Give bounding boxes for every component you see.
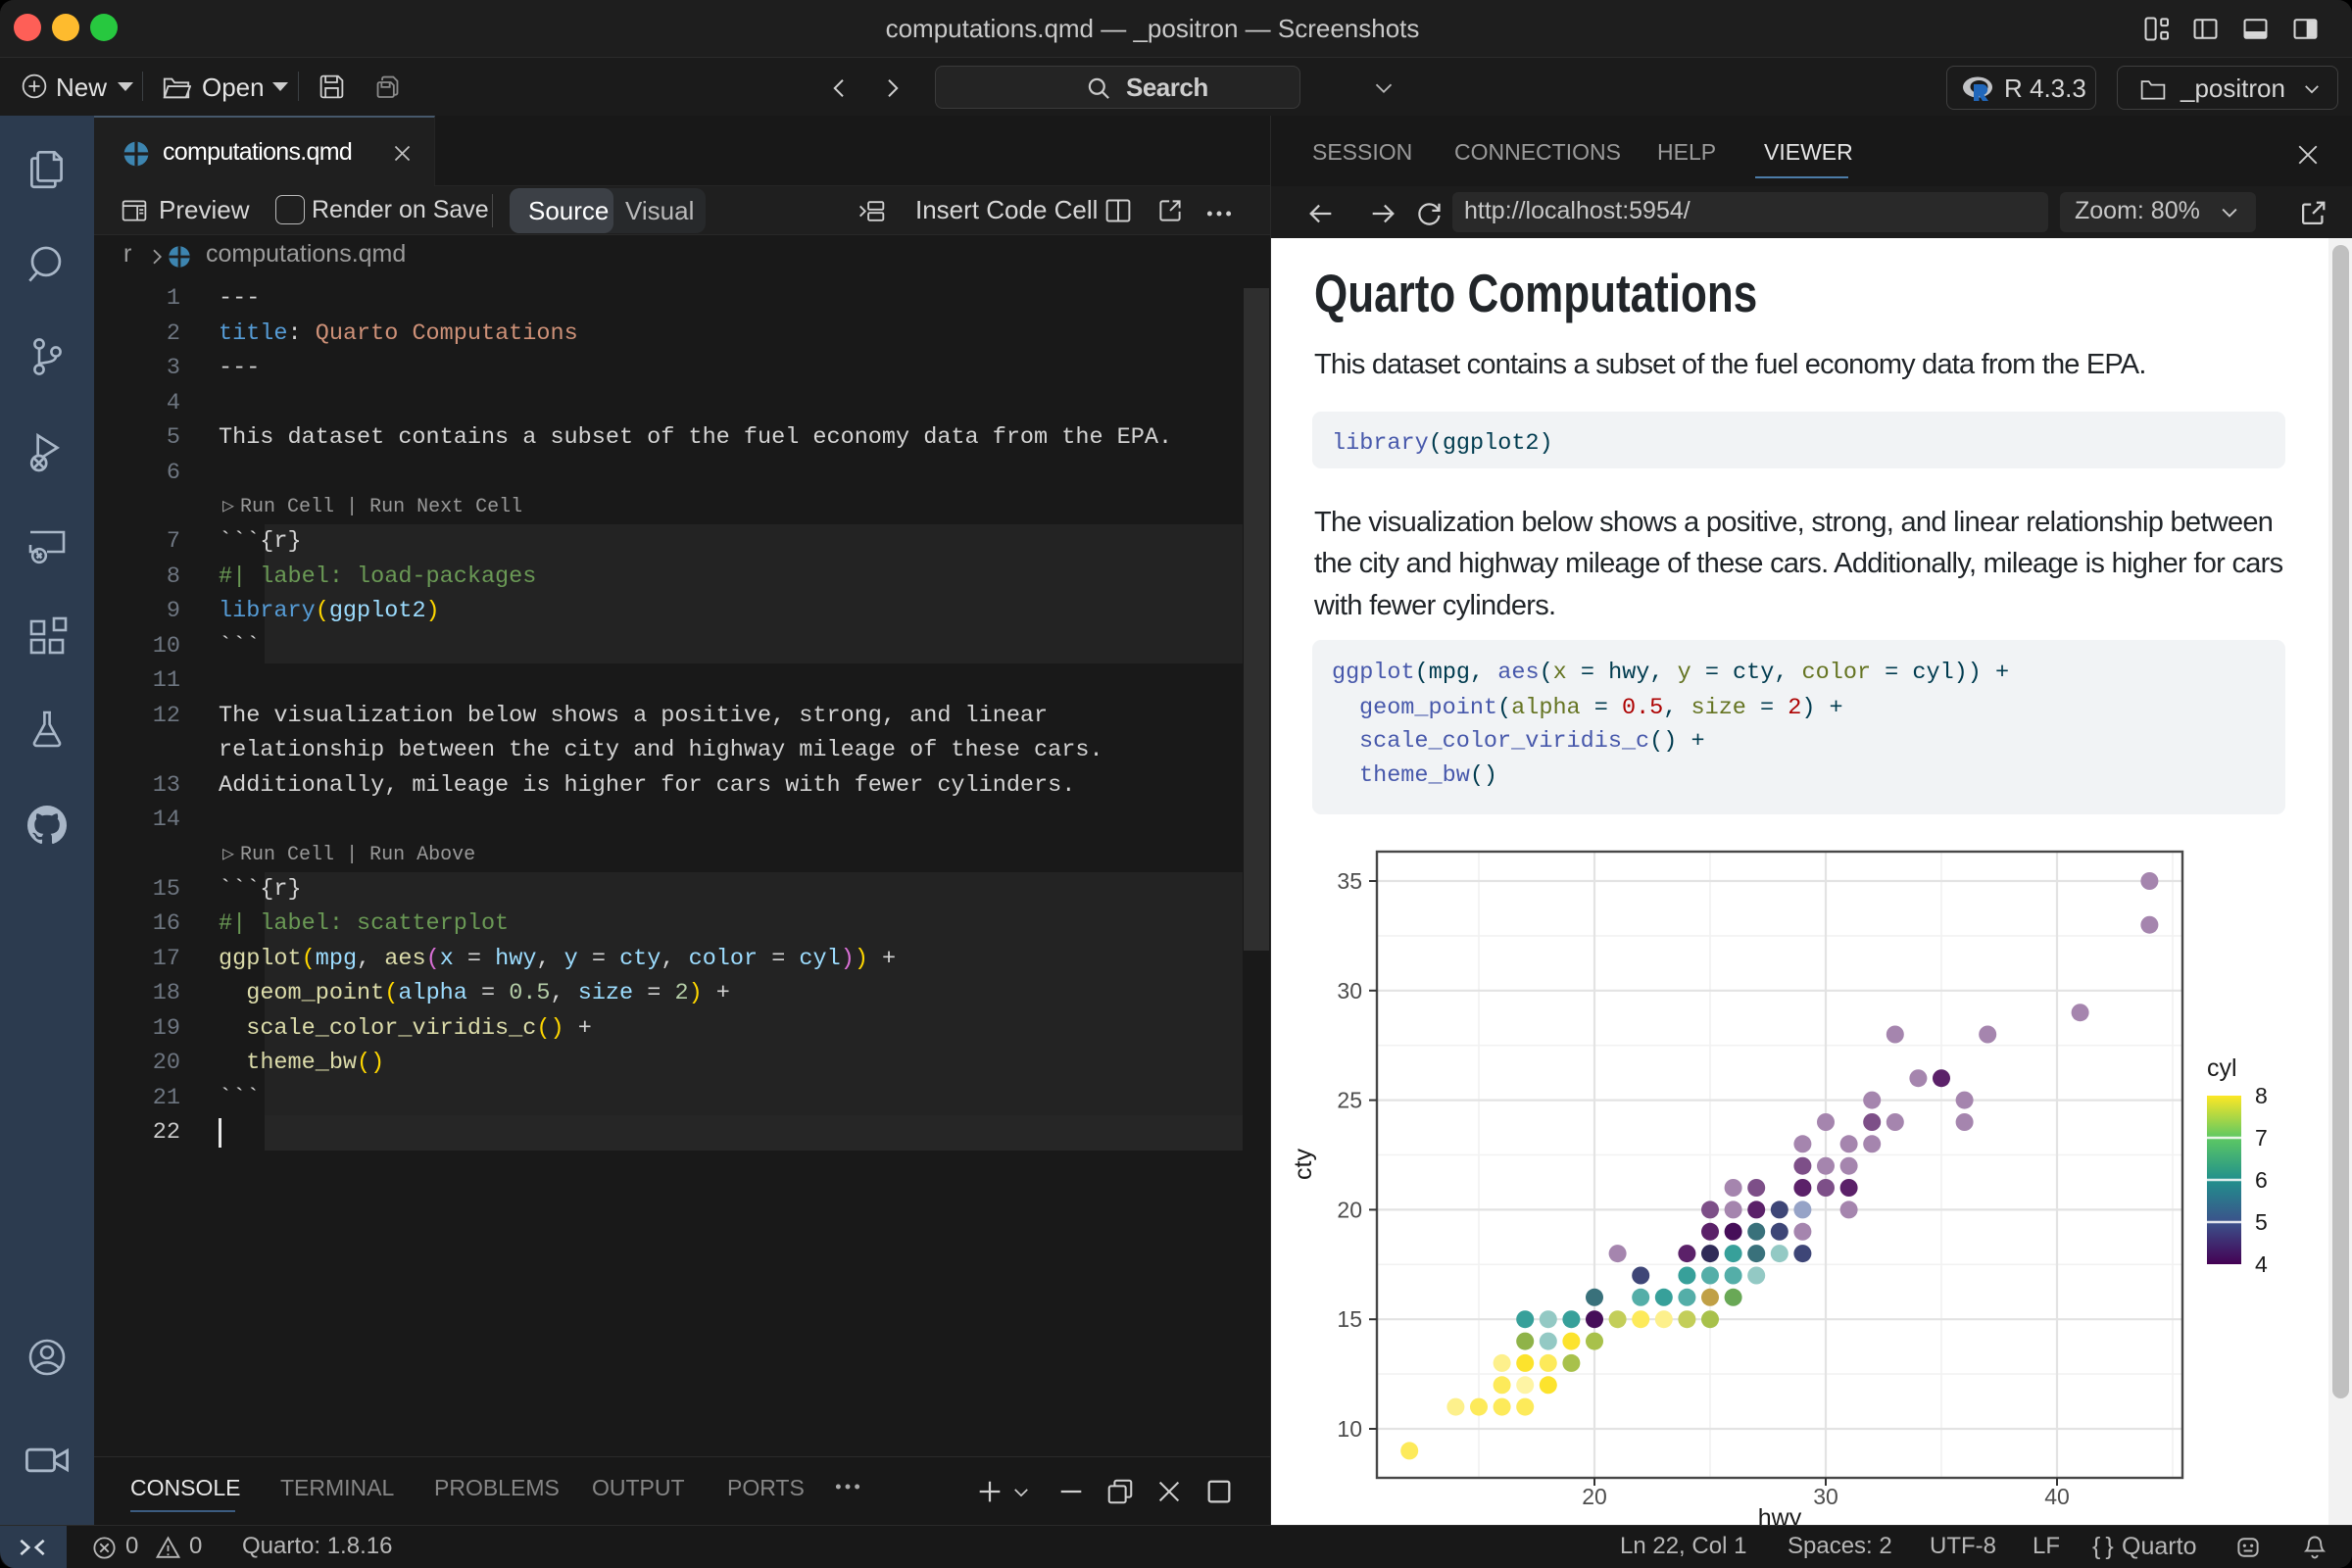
svg-text:6: 6 [2255,1167,2268,1193]
svg-text:7: 7 [2255,1125,2268,1151]
svg-text:8: 8 [2255,1083,2268,1108]
svg-text:20: 20 [1582,1484,1607,1509]
svg-text:25: 25 [1337,1088,1362,1113]
svg-text:40: 40 [2044,1484,2070,1509]
svg-text:20: 20 [1337,1197,1362,1222]
svg-text:30: 30 [1813,1484,1838,1509]
svg-text:35: 35 [1337,868,1362,894]
svg-text:hwy: hwy [1758,1504,1802,1525]
svg-text:4: 4 [2255,1251,2268,1277]
svg-text:cyl: cyl [2207,1054,2237,1082]
svg-text:cty: cty [1290,1149,1317,1180]
svg-text:15: 15 [1337,1306,1362,1332]
svg-text:10: 10 [1337,1416,1362,1442]
svg-text:30: 30 [1337,978,1362,1004]
svg-text:5: 5 [2255,1209,2268,1235]
